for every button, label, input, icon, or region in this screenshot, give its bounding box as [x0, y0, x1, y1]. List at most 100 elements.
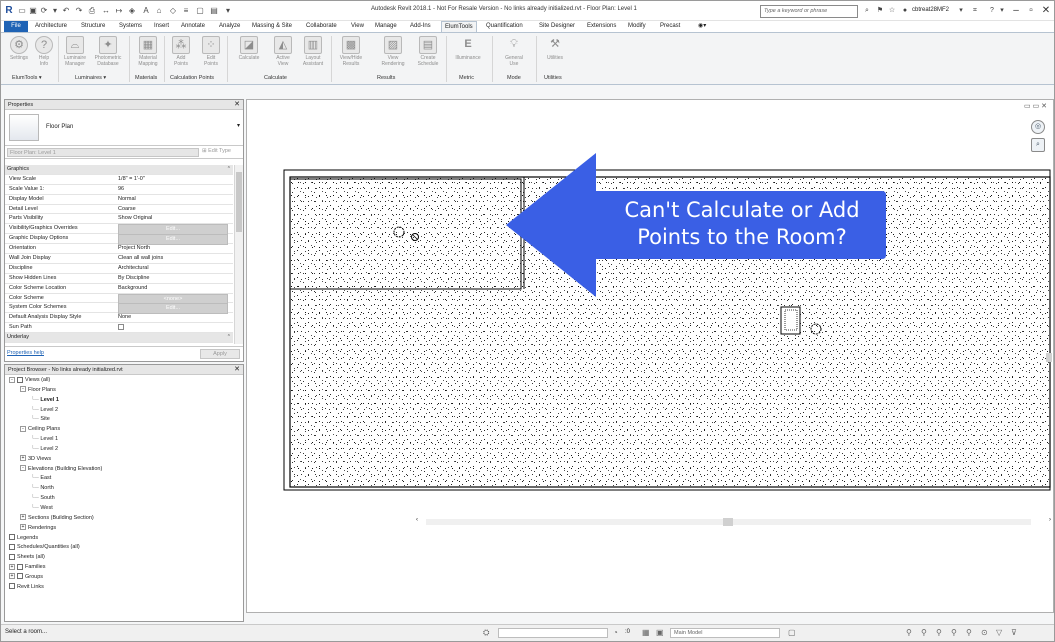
redo-icon[interactable]: ↷ [74, 5, 84, 16]
property-row[interactable]: Graphic Display Options Edit... [5, 234, 233, 246]
browser-tree-node[interactable]: Revit Links [5, 583, 243, 593]
tab-precast[interactable]: Precast [657, 21, 683, 32]
save-icon[interactable]: ▣ [28, 5, 38, 16]
property-row[interactable]: View Scale 1/8" = 1'-0" [5, 175, 233, 185]
edit-points-button[interactable]: ⁘ Edit Points [197, 36, 225, 67]
property-group-header[interactable]: Graphics ⌃ [5, 165, 233, 175]
property-row[interactable]: Display Model Normal [5, 195, 233, 205]
property-value[interactable]: None [118, 313, 228, 322]
browser-tree-node[interactable]: └─ East [5, 474, 243, 484]
select-pinned-icon[interactable]: ⚲ [936, 628, 942, 637]
view-hide-results-button[interactable]: ▩ View/Hide Results [337, 36, 365, 67]
3d-view-icon[interactable]: ⌂ [154, 5, 164, 16]
property-row[interactable]: Visibility/Graphics Overrides Edit... [5, 224, 233, 236]
select-links-icon[interactable]: ⚲ [906, 628, 912, 637]
browser-tree-node[interactable]: + Families [5, 563, 243, 573]
property-value[interactable]: 1/8" = 1'-0" [118, 175, 228, 184]
tab-annotate[interactable]: Annotate [178, 21, 208, 32]
material-mapping-button[interactable]: ▦ Material Mapping [134, 36, 162, 67]
panel-title-luminaires[interactable]: Luminaires ▾ [75, 75, 106, 81]
tab-collaborate[interactable]: Collaborate [303, 21, 340, 32]
customize-qat-icon[interactable]: ▾ [223, 5, 233, 16]
measure-icon[interactable]: ↔ [101, 5, 111, 16]
property-value[interactable]: Background [118, 284, 228, 293]
browser-tree-node[interactable]: └─ Level 1 [5, 396, 243, 406]
tab-add-ins[interactable]: Add-Ins [407, 21, 434, 32]
instance-filter-select[interactable]: Floor Plan: Level 1 [7, 148, 199, 157]
tab-extensions[interactable]: Extensions [584, 21, 619, 32]
browser-tree-node[interactable]: └─ South [5, 494, 243, 504]
sync-icon[interactable]: ⟳ [39, 5, 49, 16]
browser-tree-node[interactable]: +3D Views [5, 455, 243, 465]
tab-elumtools[interactable]: ElumTools [441, 21, 477, 32]
collapse-icon[interactable]: ⌃ [227, 333, 231, 342]
sun-path-checkbox[interactable] [118, 323, 124, 330]
general-use-button[interactable]: 💡︎ General Use [500, 36, 528, 67]
scrollbar-thumb[interactable] [236, 172, 242, 232]
close-icon[interactable]: ✕ [234, 365, 240, 375]
tab-modify[interactable]: Modify [625, 21, 649, 32]
maximize-icon[interactable]: ▫ [1023, 3, 1039, 18]
expand-icon[interactable]: + [20, 524, 26, 531]
browser-tree-node[interactable]: - Floor Plans [5, 386, 243, 396]
properties-scrollbar[interactable] [234, 165, 243, 344]
browser-tree-node[interactable]: - Elevations (Building Elevation) [5, 465, 243, 475]
layout-assistant-button[interactable]: ▥ Layout Assistant [299, 36, 327, 67]
section-icon[interactable]: ◇ [168, 5, 178, 16]
user-dropdown-icon[interactable]: ▾ [956, 5, 966, 17]
horizontal-scrollbar[interactable]: ‹ › [416, 517, 1051, 527]
app-store-icon[interactable]: ⌗ [970, 5, 980, 17]
browser-tree-node[interactable]: Schedules/Quantities (all) [5, 543, 243, 553]
utilities-button[interactable]: ⚒ Utilities [541, 36, 569, 61]
browser-tree-node[interactable]: Legends [5, 534, 243, 544]
close-icon[interactable]: ✕ [234, 100, 240, 110]
tab-insert[interactable]: Insert [151, 21, 172, 32]
illuminance-button[interactable]: E Illuminance [454, 36, 482, 61]
create-schedule-button[interactable]: ▤ Create Schedule [414, 36, 442, 67]
active-view-button[interactable]: ◭ Active View [269, 36, 297, 67]
drag-elements-icon[interactable]: ⚲ [966, 628, 972, 637]
scroll-left-icon[interactable]: ‹ [416, 517, 418, 523]
properties-help-link[interactable]: Properties help [7, 350, 44, 356]
help-search-input[interactable]: Type a keyword or phrase [760, 5, 858, 18]
communication-icon[interactable]: ☆ [887, 5, 897, 17]
property-row[interactable]: Discipline Architectural [5, 264, 233, 274]
tab-site-designer[interactable]: Site Designer [536, 21, 578, 32]
switch-windows-icon[interactable]: ▤ [209, 5, 219, 16]
property-value[interactable]: Project North [118, 244, 228, 253]
expand-icon[interactable]: + [9, 573, 15, 580]
filter-count-icon[interactable]: ⊽ [1011, 628, 1017, 637]
scroll-right-icon[interactable]: › [1049, 517, 1051, 523]
browser-tree-node[interactable]: - Views (all) [5, 376, 243, 386]
browser-tree-node[interactable]: └─ Site [5, 415, 243, 425]
workset-select[interactable] [498, 628, 608, 638]
undo-icon[interactable]: ↶ [61, 5, 71, 16]
property-value[interactable]: By Discipline [118, 274, 228, 283]
browser-tree-node[interactable]: └─ North [5, 484, 243, 494]
browser-tree-node[interactable]: └─ Level 1 [5, 435, 243, 445]
subscription-icon[interactable]: ⚑ [875, 5, 885, 17]
property-value[interactable]: Normal [118, 195, 228, 204]
username[interactable]: cbtreat28MF2 [912, 7, 949, 13]
scrollbar-thumb[interactable] [723, 518, 733, 526]
search-icon[interactable]: ⌕ [862, 5, 872, 17]
property-row[interactable]: System Color Schemes Edit... [5, 303, 233, 315]
ribbon-options-icon[interactable]: ◉▾ [695, 21, 709, 32]
print-icon[interactable]: ⎙ [87, 5, 97, 16]
expand-icon[interactable]: + [20, 514, 26, 521]
view-rendering-button[interactable]: ▨ View Rendering [379, 36, 407, 67]
tab-file[interactable]: File [4, 21, 28, 32]
background-processes-icon[interactable]: ▽ [996, 628, 1002, 637]
panel-title-elumtools[interactable]: ElumTools ▾ [12, 75, 42, 81]
close-icon[interactable]: ✕ [1038, 3, 1054, 18]
calculate-button[interactable]: ◪ Calculate [235, 36, 263, 61]
photometric-database-button[interactable]: ✦ Photometric Database [94, 36, 122, 67]
property-value[interactable]: Architectural [118, 264, 228, 273]
select-underlay-icon[interactable]: ⚲ [921, 628, 927, 637]
property-row[interactable]: Orientation Project North [5, 244, 233, 255]
property-row[interactable]: Color Scheme <none> [5, 293, 233, 305]
property-group-header[interactable]: Underlay ⌃ [5, 333, 233, 344]
property-value[interactable]: 96 [118, 185, 228, 194]
collapse-icon[interactable]: - [20, 465, 26, 472]
open-icon[interactable]: ▭ [17, 5, 27, 16]
